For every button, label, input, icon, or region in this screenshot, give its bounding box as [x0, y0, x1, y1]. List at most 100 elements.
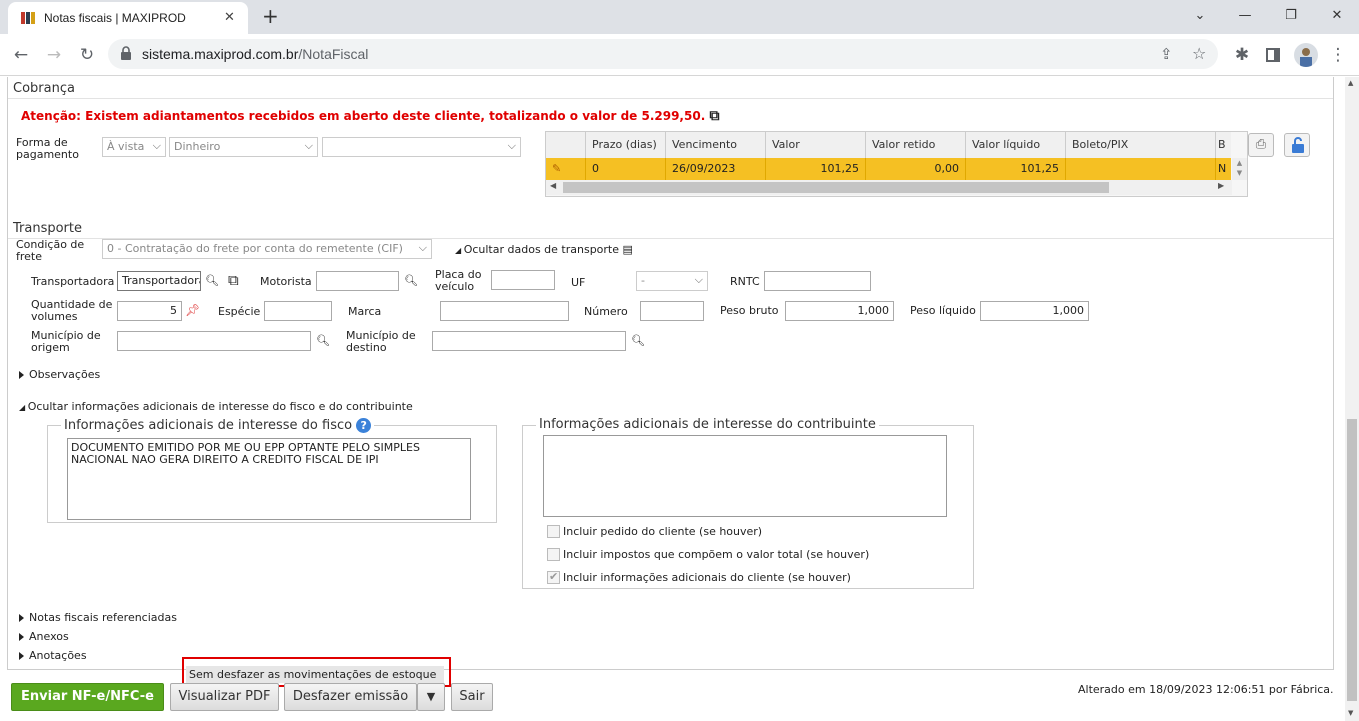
pin-icon[interactable]: 📌︎: [185, 303, 200, 317]
anexos-text: Anexos: [29, 630, 69, 643]
minimize-icon[interactable]: —: [1225, 4, 1265, 28]
municipio-destino-input[interactable]: [432, 331, 626, 351]
quantidade-volumes-label: Quantidade de volumes: [31, 299, 112, 323]
placa-input[interactable]: [491, 270, 555, 290]
grid-header[interactable]: B: [1216, 132, 1231, 158]
print-button[interactable]: ⎙: [1248, 133, 1274, 157]
forma-label-line2: pagamento: [16, 148, 79, 161]
search-icon[interactable]: 🔍︎: [631, 334, 645, 347]
forma-meio-select[interactable]: Dinheiro ⌵: [169, 137, 318, 157]
grid-header[interactable]: Valor: [766, 132, 866, 158]
incluir-pedido-checkbox[interactable]: [547, 525, 560, 538]
info-adicionais-toggle[interactable]: ◢ Ocultar informações adicionais de inte…: [19, 401, 413, 414]
grid-header[interactable]: Vencimento: [666, 132, 766, 158]
quantidade-volumes-input[interactable]: 5: [117, 301, 182, 321]
tab-close-icon[interactable]: ✕: [224, 10, 235, 25]
ocultar-dados-text: Ocultar dados de transporte: [463, 243, 620, 256]
collapse-triangle-icon: ◢: [455, 246, 464, 255]
close-window-icon[interactable]: ✕: [1317, 4, 1357, 28]
anexos-toggle[interactable]: Anexos: [19, 631, 69, 643]
incluir-impostos-checkbox[interactable]: [547, 548, 560, 561]
info-contribuinte-textarea[interactable]: [543, 435, 947, 517]
grid-header[interactable]: Prazo (dias): [586, 132, 666, 158]
sem-desfazer-menu-item[interactable]: Sem desfazer as movimentações de estoque: [186, 666, 444, 683]
warning-text: Atenção: Existem adiantamentos recebidos…: [21, 109, 706, 123]
page-scrollbar[interactable]: ▲ ▼: [1345, 77, 1359, 721]
desfazer-emissao-button[interactable]: Desfazer emissão: [284, 683, 417, 711]
visualizar-pdf-button[interactable]: Visualizar PDF: [170, 683, 279, 711]
incluir-impostos-label: Incluir impostos que compõem o valor tot…: [563, 548, 870, 561]
side-panel-icon[interactable]: [1266, 48, 1280, 62]
transportadora-label: Transportadora: [31, 275, 115, 288]
unlock-button[interactable]: [1284, 133, 1310, 157]
edit-pencil-icon[interactable]: ✎: [546, 158, 586, 180]
forma-pagamento-label: Forma de pagamento: [16, 137, 79, 161]
ocultar-dados-transporte-link[interactable]: ◢ Ocultar dados de transporte ▤: [455, 244, 633, 257]
grid-header[interactable]: Boleto/PIX: [1066, 132, 1216, 158]
municipio-origem-input[interactable]: [117, 331, 311, 351]
forma-extra-select[interactable]: ⌵: [322, 137, 521, 157]
desfazer-dropdown-toggle[interactable]: ▼: [417, 683, 445, 711]
chevron-down-icon: ⌵: [507, 139, 516, 152]
grid-scroll-thumb[interactable]: [563, 182, 1109, 193]
chevron-down-icon: ⌵: [304, 139, 313, 152]
expand-triangle-icon: [19, 614, 24, 622]
grid-header[interactable]: Valor retido: [866, 132, 966, 158]
placa-veiculo-label: Placa do veículo: [435, 269, 481, 293]
help-icon[interactable]: ?: [356, 418, 372, 433]
notas-referenciadas-toggle[interactable]: Notas fiscais referenciadas: [19, 612, 177, 624]
placa-label-line2: veículo: [435, 280, 475, 293]
page-scroll-thumb[interactable]: [1347, 419, 1357, 701]
condicao-frete-select[interactable]: 0 - Contratação do frete por conta do re…: [102, 239, 432, 259]
scroll-left-icon[interactable]: ◀: [550, 181, 556, 190]
info-fisco-legend-text: Informações adicionais de interesse do f…: [64, 418, 353, 433]
table-cell: 0: [586, 158, 666, 180]
scroll-down-icon[interactable]: ▼: [1348, 709, 1353, 717]
scroll-up-icon[interactable]: ▲: [1348, 79, 1353, 87]
info-fisco-textarea[interactable]: DOCUMENTO EMITIDO POR ME OU EPP OPTANTE …: [67, 438, 471, 520]
extensions-icon[interactable]: ✱: [1231, 44, 1253, 66]
peso-bruto-input[interactable]: 1,000: [785, 301, 894, 321]
back-icon[interactable]: ←: [10, 44, 32, 66]
chevron-down-icon: ⌵: [418, 241, 427, 254]
peso-liquido-input[interactable]: 1,000: [980, 301, 1089, 321]
grid-vertical-scrollbar[interactable]: ▲ ▼: [1232, 158, 1247, 180]
share-icon[interactable]: ⇪: [1160, 45, 1173, 63]
numero-input[interactable]: [640, 301, 704, 321]
uf-select[interactable]: - ⌵: [636, 271, 708, 291]
grid-horizontal-scrollbar[interactable]: ◀ ▶: [546, 180, 1232, 195]
search-icon[interactable]: 🔍︎: [404, 274, 418, 287]
search-icon[interactable]: 🔍︎: [205, 274, 219, 287]
marca-input[interactable]: [440, 301, 569, 321]
restore-icon[interactable]: ❐: [1271, 4, 1311, 28]
external-link-icon[interactable]: ⧉: [228, 271, 239, 289]
search-icon[interactable]: 🔍︎: [316, 334, 330, 347]
new-tab-button[interactable]: +: [262, 4, 279, 28]
forward-icon[interactable]: →: [43, 44, 65, 66]
lock-icon[interactable]: [120, 46, 132, 63]
bookmark-star-icon[interactable]: ☆: [1192, 44, 1206, 63]
observacoes-toggle[interactable]: Observações: [19, 369, 100, 381]
grid-header[interactable]: Valor líquido: [966, 132, 1066, 158]
tab-search-icon[interactable]: ⌄: [1180, 4, 1220, 28]
reload-icon[interactable]: ↻: [76, 44, 98, 66]
enviar-nfe-button[interactable]: Enviar NF-e/NFC-e: [11, 683, 164, 711]
scroll-right-icon[interactable]: ▶: [1218, 181, 1224, 190]
sair-button[interactable]: Sair: [451, 683, 493, 711]
grid-header-edit: [546, 132, 586, 158]
forma-tipo-select[interactable]: À vista ⌵: [102, 137, 166, 157]
address-bar[interactable]: sistema.maxiprod.com.br/NotaFiscal ⇪ ☆: [108, 39, 1218, 69]
expand-triangle-icon: [19, 633, 24, 641]
profile-avatar[interactable]: [1294, 43, 1318, 67]
browser-tab[interactable]: Notas fiscais | MAXIPROD ✕: [8, 2, 248, 34]
motorista-input[interactable]: [316, 271, 399, 291]
external-link-icon[interactable]: ⧉: [709, 108, 719, 124]
menu-kebab-icon[interactable]: ⋮: [1327, 44, 1349, 66]
table-cell: 0,00: [866, 158, 966, 180]
rntc-input[interactable]: [764, 271, 871, 291]
especie-input[interactable]: [264, 301, 332, 321]
anotacoes-toggle[interactable]: Anotações: [19, 650, 87, 662]
expand-triangle-icon: [19, 371, 24, 379]
transportadora-input[interactable]: Transportadora: [117, 271, 201, 291]
incluir-info-cliente-checkbox[interactable]: [547, 570, 560, 584]
